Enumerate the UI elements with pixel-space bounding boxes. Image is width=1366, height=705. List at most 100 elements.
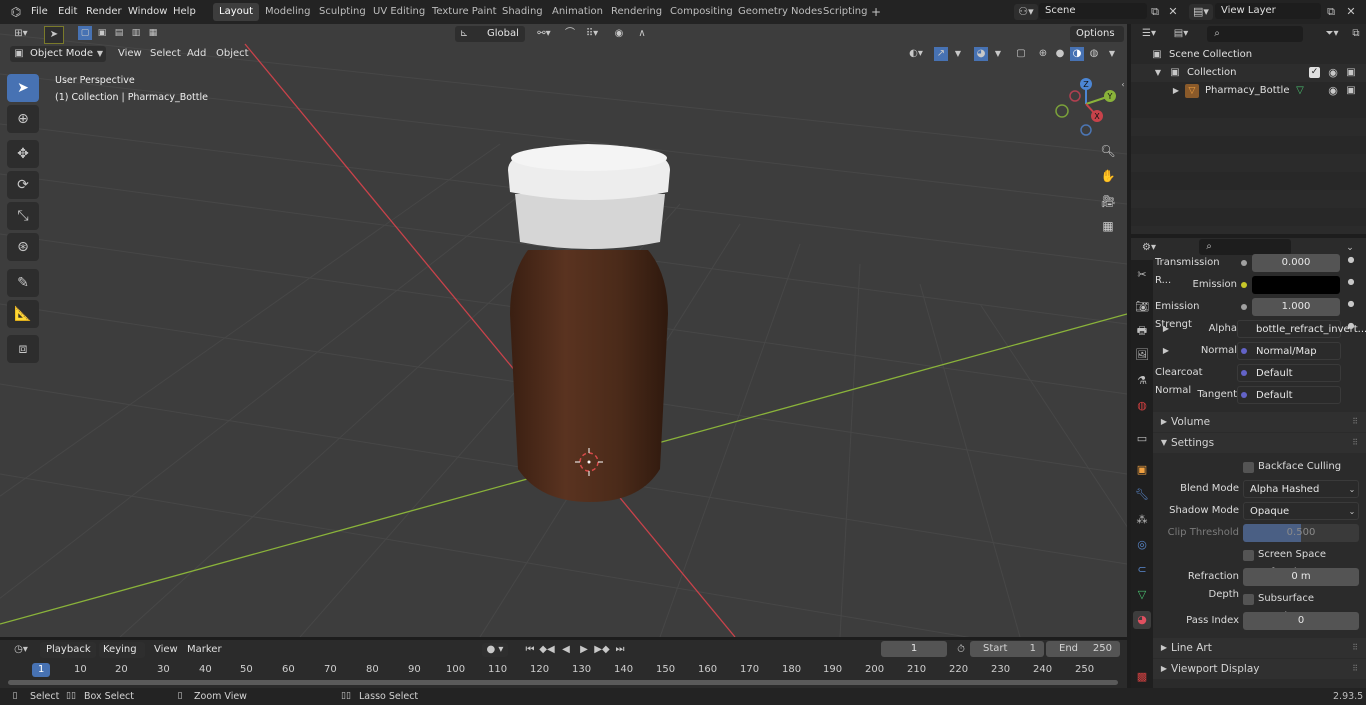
blend-mode-dropdown[interactable]: Alpha Hashed: [1243, 480, 1359, 498]
snap-icon[interactable]: ⌒: [563, 27, 577, 41]
modifier-tab-icon[interactable]: 🔧︎: [1133, 486, 1151, 504]
tab-layout[interactable]: Layout: [213, 3, 259, 21]
filter-icon[interactable]: ⏷▾: [1319, 26, 1345, 42]
select-mode-invert-icon[interactable]: ▥: [129, 26, 143, 40]
prev-keyframe-icon[interactable]: ◆◀: [539, 642, 555, 658]
outliner-row-pharmacy-bottle[interactable]: ▶ ▽ Pharmacy_Bottle ▽ ◉ ▣: [1131, 82, 1366, 100]
keyframe-dot-icon[interactable]: ●: [1347, 255, 1355, 264]
subsurface-translucency-checkbox[interactable]: [1243, 594, 1254, 605]
tool-tab-icon[interactable]: ✂: [1133, 266, 1151, 284]
move-tool[interactable]: ✥: [7, 140, 39, 168]
select-tool-icon[interactable]: ➤: [44, 26, 64, 44]
jump-start-icon[interactable]: ⏮: [522, 642, 538, 658]
tab-compositing[interactable]: Compositing: [664, 3, 739, 21]
timeline-scrollbar[interactable]: [8, 680, 1118, 685]
chevron-down-icon[interactable]: ⌄: [1343, 240, 1357, 256]
view-layer-tab-icon[interactable]: 🖼︎: [1133, 346, 1151, 364]
new-view-layer-icon[interactable]: ⧉: [1324, 4, 1338, 20]
new-collection-icon[interactable]: ⧉: [1349, 26, 1363, 42]
annotate-tool[interactable]: ✎: [7, 269, 39, 297]
drag-handle-icon[interactable]: ⠿: [1349, 434, 1361, 452]
new-scene-icon[interactable]: ⧉: [1148, 4, 1162, 20]
select-box-tool[interactable]: ➤: [7, 74, 39, 102]
expand-arrow-icon[interactable]: ▼: [1153, 64, 1163, 82]
view-layer-icon[interactable]: ▤▾: [1189, 4, 1213, 20]
tab-sculpting[interactable]: Sculpting: [313, 3, 372, 21]
scene-field[interactable]: Scene: [1039, 3, 1147, 19]
end-frame-field[interactable]: End 250: [1046, 641, 1120, 657]
play-icon[interactable]: ▶: [576, 642, 592, 658]
record-icon[interactable]: ● ▾: [482, 643, 508, 657]
viewport-display-panel-header[interactable]: ▶ Viewport Display ⠿: [1153, 659, 1366, 679]
transmission-roughness-field[interactable]: 0.000: [1252, 254, 1340, 272]
timeline-editor-type-icon[interactable]: ◷▾: [8, 642, 34, 658]
material-tab-icon[interactable]: ◕: [1133, 611, 1151, 629]
timeline-view-menu[interactable]: View: [154, 642, 178, 658]
menu-window[interactable]: Window: [128, 4, 167, 20]
falloff-icon[interactable]: ∧: [630, 27, 654, 41]
menu-object[interactable]: Object: [216, 46, 249, 62]
tab-scripting[interactable]: Scripting: [817, 3, 873, 21]
shading-material-icon[interactable]: ◑: [1070, 47, 1084, 61]
select-mode-subtract-icon[interactable]: ▤: [112, 26, 126, 40]
drag-handle-icon[interactable]: ⠿: [1349, 413, 1361, 431]
keyframe-dot-icon[interactable]: ●: [1347, 277, 1355, 286]
normal-link-field[interactable]: Normal/Map: [1237, 342, 1341, 360]
render-tab-icon[interactable]: 📷︎: [1133, 298, 1151, 316]
3d-viewport[interactable]: Object Mode ▣ ▼ View Select Add Object ⊞…: [0, 24, 1127, 637]
volume-panel-header[interactable]: ▶ Volume ⠿: [1153, 412, 1366, 432]
camera-render-icon[interactable]: ▣: [1344, 64, 1358, 82]
camera-render-icon[interactable]: ▣: [1344, 82, 1358, 100]
chevron-down-icon[interactable]: ▼: [1106, 47, 1118, 61]
scene-tab-icon[interactable]: ⚗: [1133, 372, 1151, 390]
tab-geometry-nodes[interactable]: Geometry Nodes: [732, 3, 828, 21]
play-reverse-icon[interactable]: ◀: [558, 642, 574, 658]
rotate-tool[interactable]: ⟳: [7, 171, 39, 199]
tab-shading[interactable]: Shading: [496, 3, 549, 21]
start-frame-field[interactable]: Start 1: [970, 641, 1044, 657]
playback-menu[interactable]: Playback: [40, 642, 96, 658]
tab-uv-editing[interactable]: UV Editing: [367, 3, 431, 21]
overlay-toggle-icon[interactable]: ◕: [974, 47, 988, 61]
menu-select[interactable]: Select: [150, 46, 181, 62]
gizmo-toggle-icon[interactable]: ↗: [934, 47, 948, 61]
shading-solid-icon[interactable]: ●: [1053, 47, 1067, 61]
data-tab-icon[interactable]: ▽: [1133, 586, 1151, 604]
emission-strength-field[interactable]: 1.000: [1252, 298, 1340, 316]
screen-space-refraction-checkbox[interactable]: [1243, 550, 1254, 561]
timeline-marker-menu[interactable]: Marker: [187, 642, 222, 658]
shadow-mode-dropdown[interactable]: Opaque: [1243, 502, 1359, 520]
constraints-tab-icon[interactable]: ⊂: [1133, 561, 1151, 579]
editor-type-icon[interactable]: ⊞▾: [8, 26, 34, 42]
chevron-down-icon[interactable]: ▼: [992, 47, 1004, 61]
stopwatch-icon[interactable]: ⏱: [954, 642, 968, 658]
tangent-field[interactable]: Default: [1237, 386, 1341, 404]
outliner-editor-type-icon[interactable]: ☰▾: [1137, 26, 1161, 42]
snap-target-icon[interactable]: ⠿▾: [580, 27, 604, 41]
proportional-edit-icon[interactable]: ◉: [612, 27, 626, 41]
particles-tab-icon[interactable]: ⁂: [1133, 511, 1151, 529]
line-art-panel-header[interactable]: ▶ Line Art ⠿: [1153, 638, 1366, 658]
blender-logo-icon[interactable]: ⌬: [8, 4, 24, 20]
backface-culling-checkbox[interactable]: [1243, 462, 1254, 473]
menu-view[interactable]: View: [118, 46, 142, 62]
navigation-gizmo[interactable]: Z Y X: [1052, 74, 1122, 144]
xray-icon[interactable]: ▢: [1014, 47, 1028, 61]
view-layer-field[interactable]: View Layer: [1215, 3, 1321, 19]
tab-modeling[interactable]: Modeling: [259, 3, 317, 21]
shading-wireframe-icon[interactable]: ⊕: [1036, 47, 1050, 61]
tab-texture-paint[interactable]: Texture Paint: [426, 3, 503, 21]
cursor-tool[interactable]: ⊕: [7, 105, 39, 133]
add-workspace-icon[interactable]: +: [869, 5, 883, 19]
keyframe-dot-icon[interactable]: ●: [1347, 321, 1355, 330]
output-tab-icon[interactable]: 🖶: [1133, 322, 1151, 340]
emission-color-swatch[interactable]: [1252, 276, 1340, 294]
next-keyframe-icon[interactable]: ▶◆: [594, 642, 610, 658]
scene-icon[interactable]: ⚇▾: [1014, 4, 1038, 20]
expand-arrow-icon[interactable]: ▶: [1171, 82, 1181, 100]
measure-tool[interactable]: 📐: [7, 300, 39, 328]
select-mode-extend-icon[interactable]: ▣: [95, 26, 109, 40]
select-mode-intersect-icon[interactable]: ▦: [146, 26, 160, 40]
physics-tab-icon[interactable]: ◎: [1133, 536, 1151, 554]
transform-tool[interactable]: ⊛: [7, 233, 39, 261]
